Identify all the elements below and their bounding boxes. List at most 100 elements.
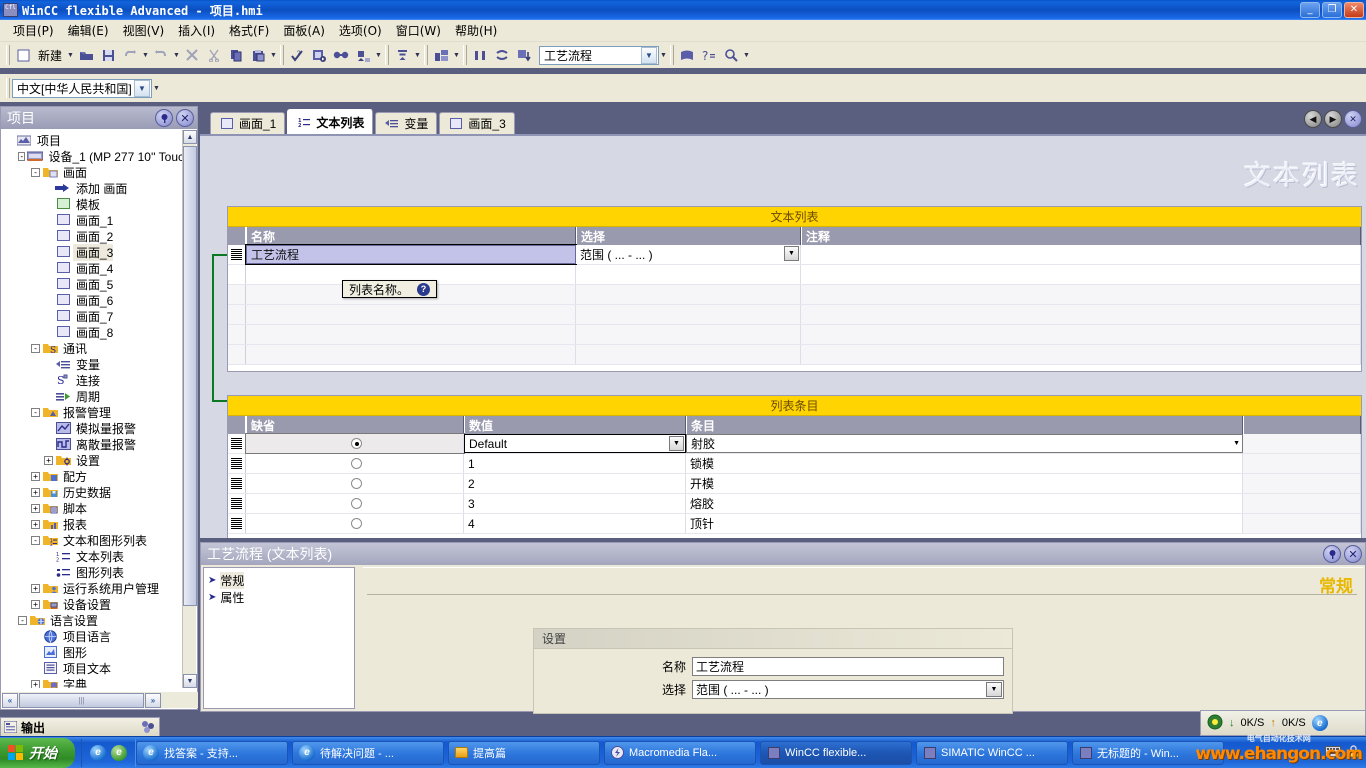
collapse-icon[interactable]: - <box>18 615 27 625</box>
properties-nav-attributes[interactable]: ➤ 属性 <box>208 589 354 606</box>
help-search-icon[interactable] <box>721 45 741 65</box>
new-button[interactable]: 新建 <box>34 47 66 64</box>
tree-item-17[interactable]: - 报警管理 <box>2 404 184 420</box>
row-handle[interactable] <box>228 285 246 304</box>
help-icon[interactable]: ? <box>417 282 431 296</box>
cell-default[interactable] <box>246 514 464 533</box>
chevron-down-icon[interactable]: ▼ <box>641 46 658 64</box>
tree-item-33[interactable]: 项目文本 <box>2 660 184 676</box>
cell-entry[interactable]: 射胶 ▼ <box>686 434 1243 453</box>
tab-next-icon[interactable]: ▶ <box>1324 110 1342 128</box>
cell-selection[interactable] <box>576 345 801 364</box>
table-row[interactable]: 工艺流程 范围 ( ... - ... ) ▼ <box>228 244 1361 265</box>
expand-icon[interactable]: + <box>31 471 40 481</box>
cell-name[interactable] <box>246 305 576 324</box>
paste-dropdown-icon[interactable]: ▼ <box>269 45 278 65</box>
chevron-down-icon[interactable]: ▼ <box>986 682 1002 697</box>
taskbar-item-0[interactable]: e 找答案 - 支持... <box>136 740 288 765</box>
cell-extra[interactable] <box>1243 514 1361 533</box>
tree-item-5[interactable]: 画面_1 <box>2 212 184 228</box>
taskbar-item-4[interactable]: WinCC flexible... <box>760 740 912 765</box>
transfer-dropdown-icon[interactable]: ▼ <box>374 45 383 65</box>
menu-edit[interactable]: 编辑(E) <box>61 20 116 41</box>
chevron-down-icon[interactable]: ▼ <box>784 246 799 261</box>
collapse-icon[interactable]: - <box>31 535 40 545</box>
tab-text-list[interactable]: 12 文本列表 <box>287 109 374 134</box>
pin-icon[interactable] <box>1323 545 1341 563</box>
tree-item-34[interactable]: + 字典 <box>2 676 184 688</box>
selection-combo[interactable]: 范围 ( ... - ... ) ▼ <box>692 680 1004 699</box>
row-handle[interactable] <box>228 345 246 364</box>
row-handle[interactable] <box>228 434 246 453</box>
tree-item-15[interactable]: S 连接 <box>2 372 184 388</box>
cell-name[interactable] <box>246 345 576 364</box>
tree-item-31[interactable]: 项目语言 <box>2 628 184 644</box>
chevron-down-icon[interactable]: ▼ <box>669 436 684 451</box>
tree-item-11[interactable]: 画面_7 <box>2 308 184 324</box>
default-radio[interactable] <box>351 498 362 509</box>
tree-item-7[interactable]: 画面_3 <box>2 243 184 261</box>
object-combo-dropdown-icon[interactable]: ▼ <box>659 45 668 65</box>
column-header-comment[interactable]: 注释 <box>801 227 1361 245</box>
cell-comment[interactable] <box>801 245 1361 264</box>
tree-item-6[interactable]: 画面_2 <box>2 228 184 244</box>
tree-item-2[interactable]: - 画面 <box>2 164 184 180</box>
expand-icon[interactable]: + <box>31 503 40 513</box>
generate-icon[interactable] <box>309 45 329 65</box>
cell-extra[interactable] <box>1243 454 1361 473</box>
restore-button[interactable]: ❐ <box>1322 2 1342 18</box>
whats-this-icon[interactable]: ? <box>699 45 719 65</box>
row-handle[interactable] <box>228 325 246 344</box>
tree-item-0[interactable]: 项目 <box>2 132 184 148</box>
default-radio[interactable] <box>351 438 362 449</box>
taskbar-item-2[interactable]: 提高篇 <box>448 740 600 765</box>
tree-item-22[interactable]: + 历史数据 <box>2 484 184 500</box>
collapse-icon[interactable]: - <box>31 167 40 177</box>
close-icon[interactable]: ✕ <box>176 109 194 127</box>
column-header-extra[interactable] <box>1243 416 1361 434</box>
tree-item-26[interactable]: 1 2 文本列表 <box>2 548 184 564</box>
cell-value[interactable]: 4 <box>464 514 686 533</box>
cell-value[interactable]: 2 <box>464 474 686 493</box>
row-handle[interactable] <box>228 454 246 473</box>
menu-format[interactable]: 格式(F) <box>222 20 276 41</box>
column-header-name[interactable]: 名称 <box>246 227 576 245</box>
column-header-value[interactable]: 数值 <box>464 416 686 434</box>
cell-extra[interactable] <box>1243 474 1361 493</box>
cell-value[interactable]: 1 <box>464 454 686 473</box>
scroll-thumb[interactable] <box>183 146 197 606</box>
network-icon[interactable] <box>1207 714 1223 733</box>
check-consistency-icon[interactable]: ? <box>287 45 307 65</box>
apply-icon[interactable] <box>514 45 534 65</box>
collapse-icon[interactable]: - <box>18 151 26 161</box>
table-row-empty[interactable] <box>228 305 1361 325</box>
cell-selection[interactable] <box>576 265 801 284</box>
cell-entry[interactable]: 熔胶 <box>686 494 1243 513</box>
expand-icon[interactable]: + <box>31 679 40 688</box>
cell-comment[interactable] <box>801 345 1361 364</box>
default-radio[interactable] <box>351 518 362 529</box>
cell-selection[interactable]: 范围 ( ... - ... ) ▼ <box>576 245 801 264</box>
scroll-right-icon[interactable]: » <box>145 692 161 708</box>
open-icon[interactable] <box>76 45 96 65</box>
tree-item-8[interactable]: 画面_4 <box>2 260 184 276</box>
table-row-empty[interactable] <box>228 325 1361 345</box>
tree-item-9[interactable]: 画面_5 <box>2 276 184 292</box>
align-icon[interactable] <box>392 45 412 65</box>
taskbar-item-5[interactable]: SIMATIC WinCC ... <box>916 740 1068 765</box>
paste-icon[interactable] <box>248 45 268 65</box>
help-dropdown-icon[interactable]: ▼ <box>742 45 751 65</box>
library-dropdown-icon[interactable]: ▼ <box>452 45 461 65</box>
tree-horizontal-scrollbar[interactable]: « ||| » <box>2 692 198 708</box>
table-row[interactable]: 1 锁模 <box>228 454 1361 474</box>
table-row[interactable]: 3 熔胶 <box>228 494 1361 514</box>
menu-window[interactable]: 窗口(W) <box>389 20 448 41</box>
cell-value[interactable]: Default ▼ <box>464 434 686 453</box>
table-row[interactable]: Default ▼ 射胶 ▼ <box>228 433 1361 454</box>
menu-view[interactable]: 视图(V) <box>116 20 172 41</box>
menu-faceplate[interactable]: 面板(A) <box>276 20 332 41</box>
tree-item-16[interactable]: 周期 <box>2 388 184 404</box>
row-handle[interactable] <box>228 494 246 513</box>
row-handle[interactable] <box>228 245 246 264</box>
cell-name[interactable] <box>246 325 576 344</box>
